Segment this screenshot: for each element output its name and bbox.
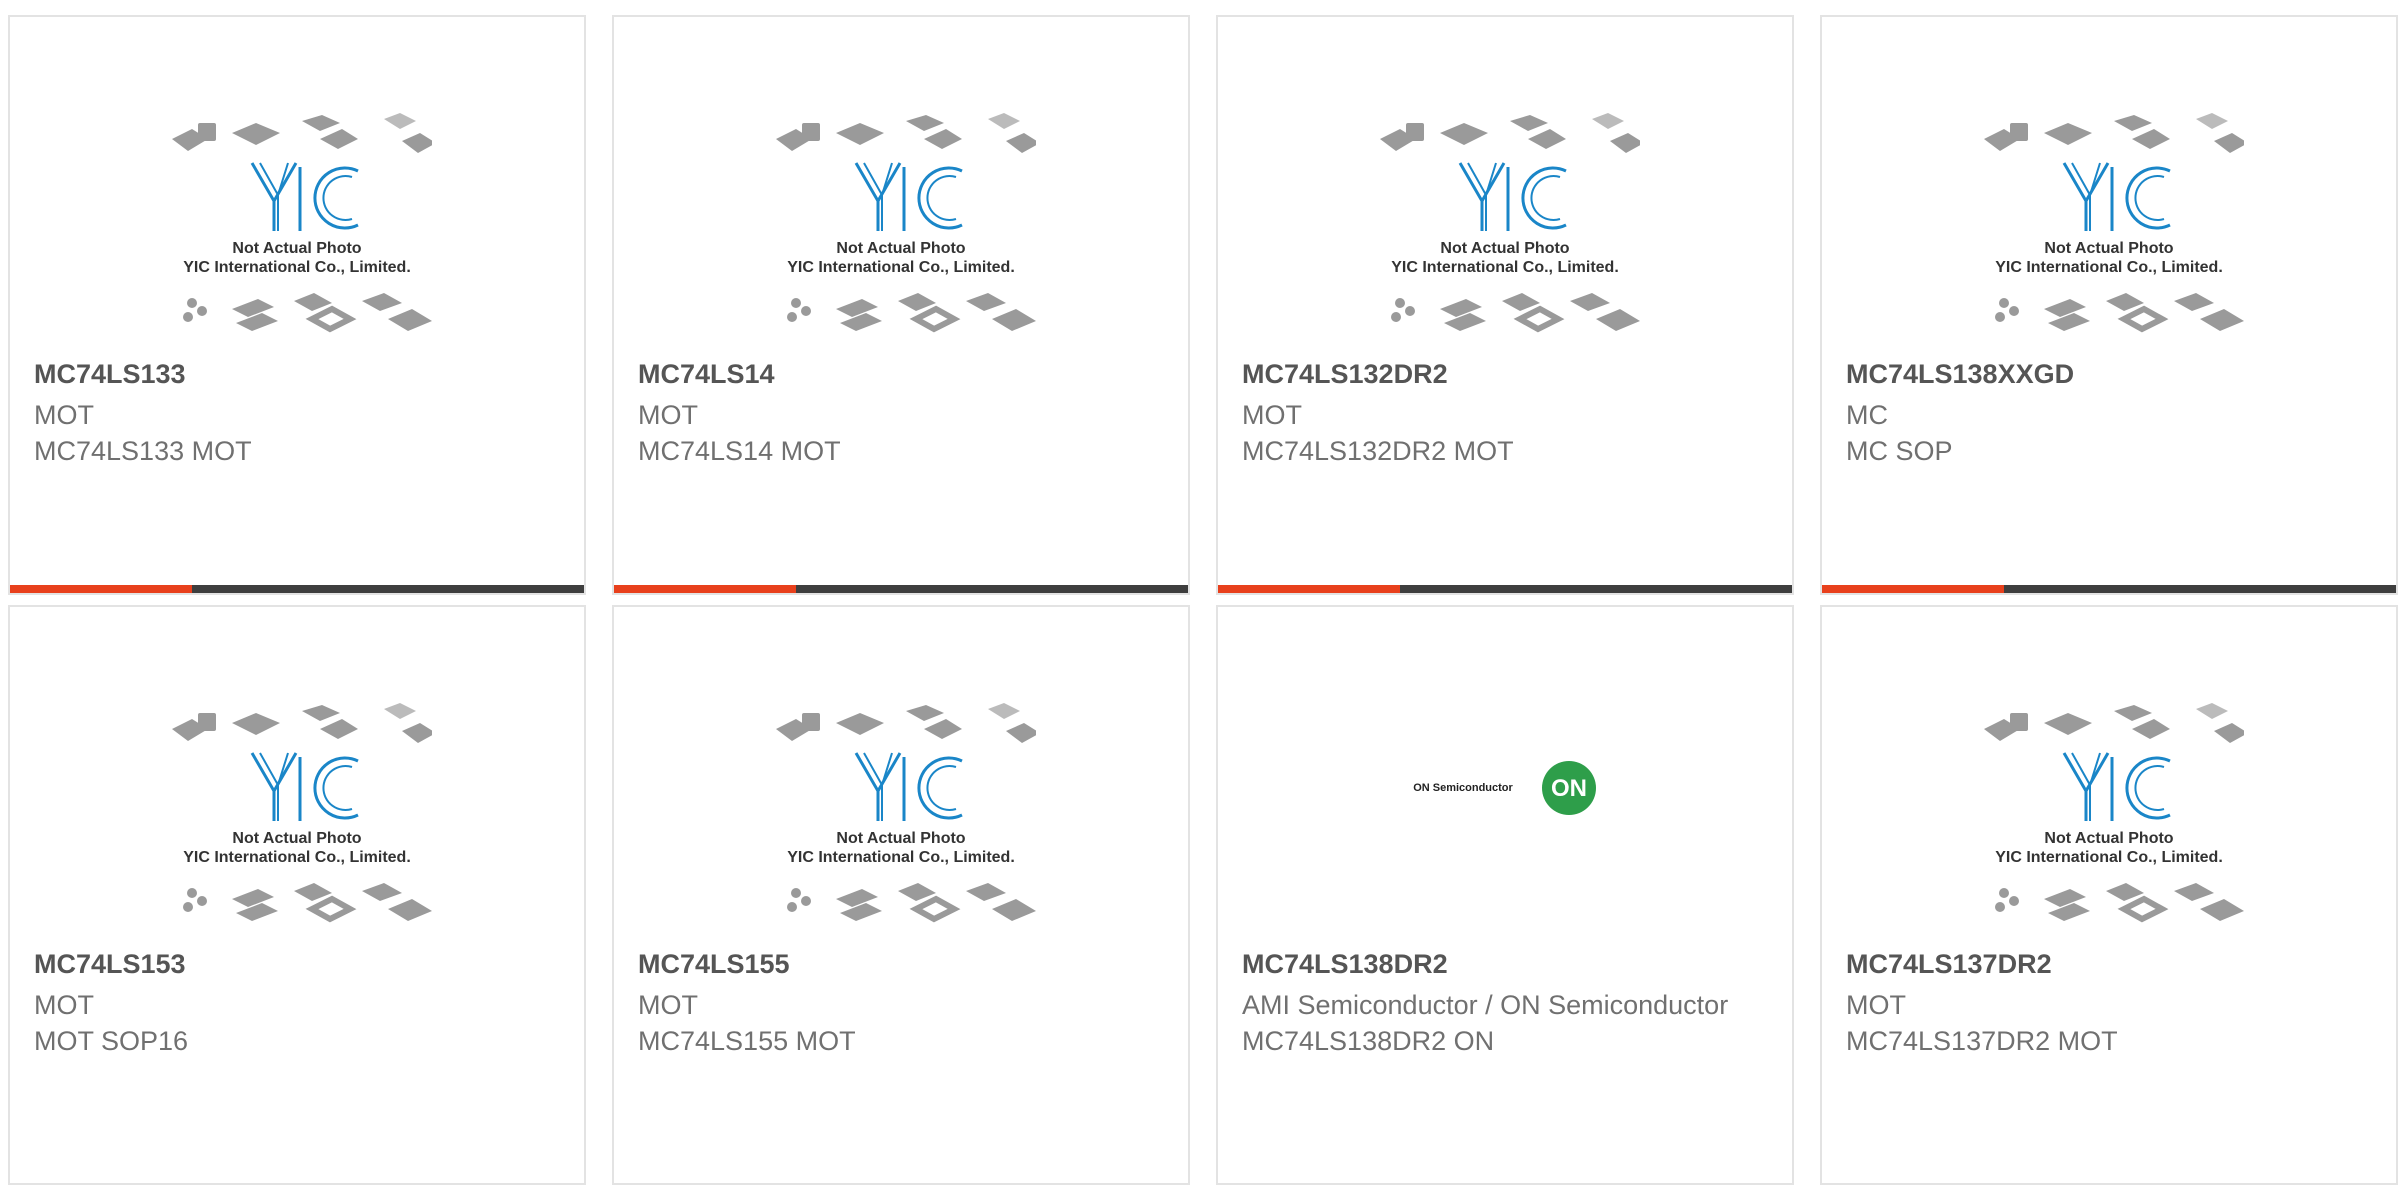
manufacturer: AMI Semiconductor / ON Semiconductor [1242,990,1729,1020]
part-number[interactable]: MC74LS137DR2 [1846,947,2372,981]
yic-placeholder-image: Not Actual Photo YIC International Co., … [766,105,1036,345]
accent-segment [10,585,192,593]
placeholder-line1: Not Actual Photo [1440,240,1569,257]
accent-segment [614,585,796,593]
product-thumbnail[interactable]: ON Semiconductor ON [1218,695,1792,965]
product-card[interactable]: Not Actual Photo YIC International Co., … [1820,605,2398,1185]
accent-segment [1822,585,2004,593]
product-thumbnail[interactable]: Not Actual Photo YIC International Co., … [1822,695,2396,965]
dark-segment [1400,585,1792,593]
product-card[interactable]: Not Actual Photo YIC International Co., … [8,605,586,1185]
yic-placeholder-image: Not Actual Photo YIC International Co., … [162,695,432,935]
accent-segment [1218,585,1400,593]
manufacturer: MOT [638,990,698,1020]
description: MC74LS132DR2 MOT [1242,436,1514,466]
svg-text:ON: ON [1551,775,1587,802]
part-number[interactable]: MC74LS132DR2 [1242,357,1768,391]
product-thumbnail[interactable]: Not Actual Photo YIC International Co., … [10,695,584,965]
product-thumbnail[interactable]: Not Actual Photo YIC International Co., … [1218,105,1792,375]
placeholder-line2: YIC International Co., Limited. [1391,259,1619,276]
description: MC74LS133 MOT [34,436,252,466]
placeholder-line2: YIC International Co., Limited. [183,259,411,276]
manufacturer: MC [1846,400,1888,430]
product-card[interactable]: Not Actual Photo YIC International Co., … [8,15,586,595]
yic-placeholder-image: Not Actual Photo YIC International Co., … [766,695,1036,935]
placeholder-line1: Not Actual Photo [232,240,361,257]
on-logo-mark: ON [1541,761,1596,815]
manufacturer: MOT [1846,990,1906,1020]
product-info: MC74LS155 MOT MC74LS155 MOT [638,947,1164,1059]
yic-placeholder-image: Not Actual Photo YIC International Co., … [1974,695,2244,935]
part-number[interactable]: MC74LS138DR2 [1242,947,1768,981]
on-logo-text: ON Semiconductor [1413,782,1513,794]
product-card[interactable]: Not Actual Photo YIC International Co., … [612,15,1190,595]
product-info: MC74LS138DR2 AMI Semiconductor / ON Semic… [1242,947,1768,1059]
part-number[interactable]: MC74LS153 [34,947,560,981]
product-card[interactable]: Not Actual Photo YIC International Co., … [1820,15,2398,595]
description: MOT SOP16 [34,1026,189,1056]
placeholder-line1: Not Actual Photo [232,830,361,847]
placeholder-line2: YIC International Co., Limited. [787,849,1015,866]
card-accent-bar [1822,585,2396,593]
yic-placeholder-image: Not Actual Photo YIC International Co., … [1974,105,2244,345]
product-info: MC74LS137DR2 MOT MC74LS137DR2 MOT [1846,947,2372,1059]
description: MC74LS14 MOT [638,436,841,466]
card-accent-bar [1218,585,1792,593]
product-thumbnail[interactable]: Not Actual Photo YIC International Co., … [1822,105,2396,375]
placeholder-line2: YIC International Co., Limited. [1995,849,2223,866]
manufacturer: MOT [34,990,94,1020]
manufacturer: MOT [1242,400,1302,430]
product-card[interactable]: Not Actual Photo YIC International Co., … [612,605,1190,1185]
placeholder-line1: Not Actual Photo [2044,240,2173,257]
product-thumbnail[interactable]: Not Actual Photo YIC International Co., … [614,695,1188,965]
part-number[interactable]: MC74LS14 [638,357,1164,391]
product-info: MC74LS138XXGD MC MC SOP [1846,357,2372,469]
product-info: MC74LS153 MOT MOT SOP16 [34,947,560,1059]
product-grid: Not Actual Photo YIC International Co., … [0,0,2400,1185]
description: MC SOP [1846,436,1953,466]
product-info: MC74LS133 MOT MC74LS133 MOT [34,357,560,469]
card-accent-bar [10,585,584,593]
product-thumbnail[interactable]: Not Actual Photo YIC International Co., … [10,105,584,375]
product-card[interactable]: Not Actual Photo YIC International Co., … [1216,15,1794,595]
product-thumbnail[interactable]: Not Actual Photo YIC International Co., … [614,105,1188,375]
manufacturer: MOT [34,400,94,430]
placeholder-line2: YIC International Co., Limited. [1995,259,2223,276]
part-number[interactable]: MC74LS155 [638,947,1164,981]
yic-placeholder-image: Not Actual Photo YIC International Co., … [162,105,432,345]
description: MC74LS155 MOT [638,1026,856,1056]
dark-segment [2004,585,2396,593]
dark-segment [796,585,1188,593]
product-info: MC74LS14 MOT MC74LS14 MOT [638,357,1164,469]
placeholder-line2: YIC International Co., Limited. [787,259,1015,276]
yic-placeholder-image: Not Actual Photo YIC International Co., … [1370,105,1640,345]
product-card[interactable]: ON Semiconductor ON MC74LS138DR2 AMI Semi… [1216,605,1794,1185]
on-semiconductor-logo: ON Semiconductor ON [1413,760,1597,816]
part-number[interactable]: MC74LS138XXGD [1846,357,2372,391]
product-info: MC74LS132DR2 MOT MC74LS132DR2 MOT [1242,357,1768,469]
description: MC74LS138DR2 ON [1242,1026,1495,1056]
description: MC74LS137DR2 MOT [1846,1026,2118,1056]
placeholder-line1: Not Actual Photo [836,830,965,847]
placeholder-line1: Not Actual Photo [836,240,965,257]
card-accent-bar [614,585,1188,593]
dark-segment [192,585,584,593]
placeholder-line1: Not Actual Photo [2044,830,2173,847]
part-number[interactable]: MC74LS133 [34,357,560,391]
manufacturer: MOT [638,400,698,430]
placeholder-line2: YIC International Co., Limited. [183,849,411,866]
